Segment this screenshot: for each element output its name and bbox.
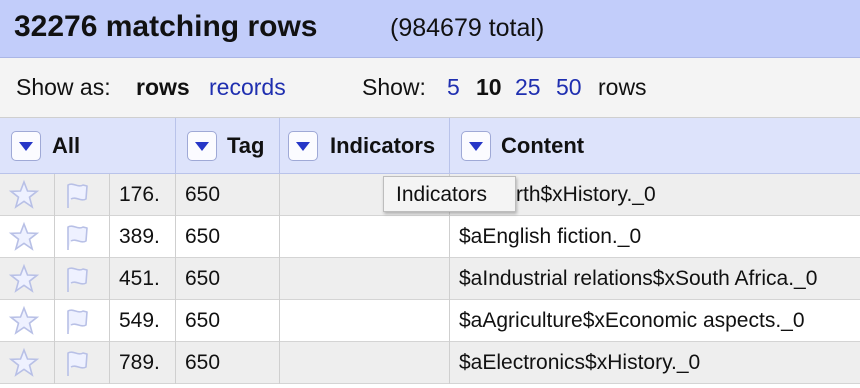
table-row: 549. 650 $aAgriculture$xEconomic aspects… [0, 300, 860, 342]
content-value: $aEnglish fiction._0 [459, 225, 642, 248]
tag-column-dropdown-icon[interactable] [187, 131, 217, 161]
content-cell: $aAgriculture$xEconomic aspects._0 [450, 300, 860, 342]
show-label: Show: [362, 74, 426, 100]
content-value: $aAgriculture$xEconomic aspects._0 [459, 309, 805, 332]
flag-cell [55, 258, 110, 300]
content-value: $aIndustrial relations$xSouth Africa._0 [459, 267, 818, 290]
flag-cell [55, 174, 110, 216]
star-icon[interactable] [7, 178, 41, 212]
row-number: 176. [119, 183, 160, 206]
row-number-cell: 389. [110, 216, 176, 258]
row-number: 789. [119, 351, 160, 374]
page-size-50[interactable]: 50 [556, 74, 582, 101]
tag-cell: 650 [176, 216, 280, 258]
column-indicators-label: Indicators [330, 133, 436, 158]
tag-cell: 650 [176, 300, 280, 342]
table-row: 389. 650 $aEnglish fiction._0 [0, 216, 860, 258]
rows-mode-option[interactable]: rows [136, 74, 190, 101]
tag-value: 650 [185, 183, 221, 206]
all-column-dropdown-icon[interactable] [11, 131, 41, 161]
page-size-5[interactable]: 5 [447, 74, 460, 101]
star-icon[interactable] [7, 262, 41, 296]
column-content: Content [450, 118, 860, 174]
star-cell [0, 300, 55, 342]
tag-cell: 650 [176, 342, 280, 384]
flag-icon[interactable] [60, 304, 94, 338]
content-cell: $aIndustrial relations$xSouth Africa._0 [450, 258, 860, 300]
row-number-cell: 176. [110, 174, 176, 216]
indicators-cell [280, 258, 450, 300]
flag-cell [55, 342, 110, 384]
content-value: $aElectronics$xHistory._0 [459, 351, 701, 374]
column-all-label: All [52, 133, 81, 158]
star-cell [0, 342, 55, 384]
indicators-cell [280, 342, 450, 384]
content-cell: $aEnglish fiction._0 [450, 216, 860, 258]
star-icon[interactable] [7, 346, 41, 380]
table-row: 451. 650 $aIndustrial relations$xSouth A… [0, 258, 860, 300]
tag-value: 650 [185, 351, 221, 374]
content-column-dropdown-icon[interactable] [461, 131, 491, 161]
content-cell: $aElectronics$xHistory._0 [450, 342, 860, 384]
star-icon[interactable] [7, 304, 41, 338]
row-number-cell: 789. [110, 342, 176, 384]
page-size-10[interactable]: 10 [476, 74, 502, 101]
column-tooltip: Indicators [383, 176, 516, 212]
row-number-cell: 549. [110, 300, 176, 342]
flag-icon[interactable] [60, 346, 94, 380]
indicators-cell [280, 216, 450, 258]
results-header: 32276 matching rows (984679 total) [0, 0, 860, 58]
star-icon[interactable] [7, 220, 41, 254]
flag-icon[interactable] [60, 178, 94, 212]
tag-cell: 650 [176, 174, 280, 216]
column-indicators: Indicators [280, 118, 450, 174]
row-number: 451. [119, 267, 160, 290]
records-mode-link[interactable]: records [209, 74, 286, 101]
indicators-cell [280, 300, 450, 342]
tag-cell: 650 [176, 258, 280, 300]
tooltip-text: Indicators [396, 183, 488, 206]
flag-cell [55, 216, 110, 258]
column-all: All [0, 118, 176, 174]
column-tag: Tag [176, 118, 280, 174]
column-tag-label: Tag [227, 133, 265, 158]
star-cell [0, 174, 55, 216]
row-number: 389. [119, 225, 160, 248]
column-content-label: Content [501, 133, 585, 158]
table-row: 789. 650 $aElectronics$xHistory._0 [0, 342, 860, 384]
matching-rows-count: 32276 matching rows [14, 10, 318, 43]
tag-value: 650 [185, 225, 221, 248]
rows-suffix: rows [598, 74, 647, 100]
content-value: rth$xHistory._0 [516, 183, 656, 206]
total-rows-count: (984679 total) [390, 14, 545, 42]
row-number-cell: 451. [110, 258, 176, 300]
flag-cell [55, 300, 110, 342]
view-controls: Show as: rows records Show: 5 10 25 50 r… [0, 58, 860, 118]
row-number: 549. [119, 309, 160, 332]
indicators-column-dropdown-icon[interactable] [288, 131, 318, 161]
page-size-25[interactable]: 25 [515, 74, 541, 101]
show-as-label: Show as: [16, 74, 111, 100]
flag-icon[interactable] [60, 220, 94, 254]
flag-icon[interactable] [60, 262, 94, 296]
column-header-row: All Tag Indicators Content [0, 118, 860, 174]
star-cell [0, 258, 55, 300]
star-cell [0, 216, 55, 258]
tag-value: 650 [185, 267, 221, 290]
tag-value: 650 [185, 309, 221, 332]
